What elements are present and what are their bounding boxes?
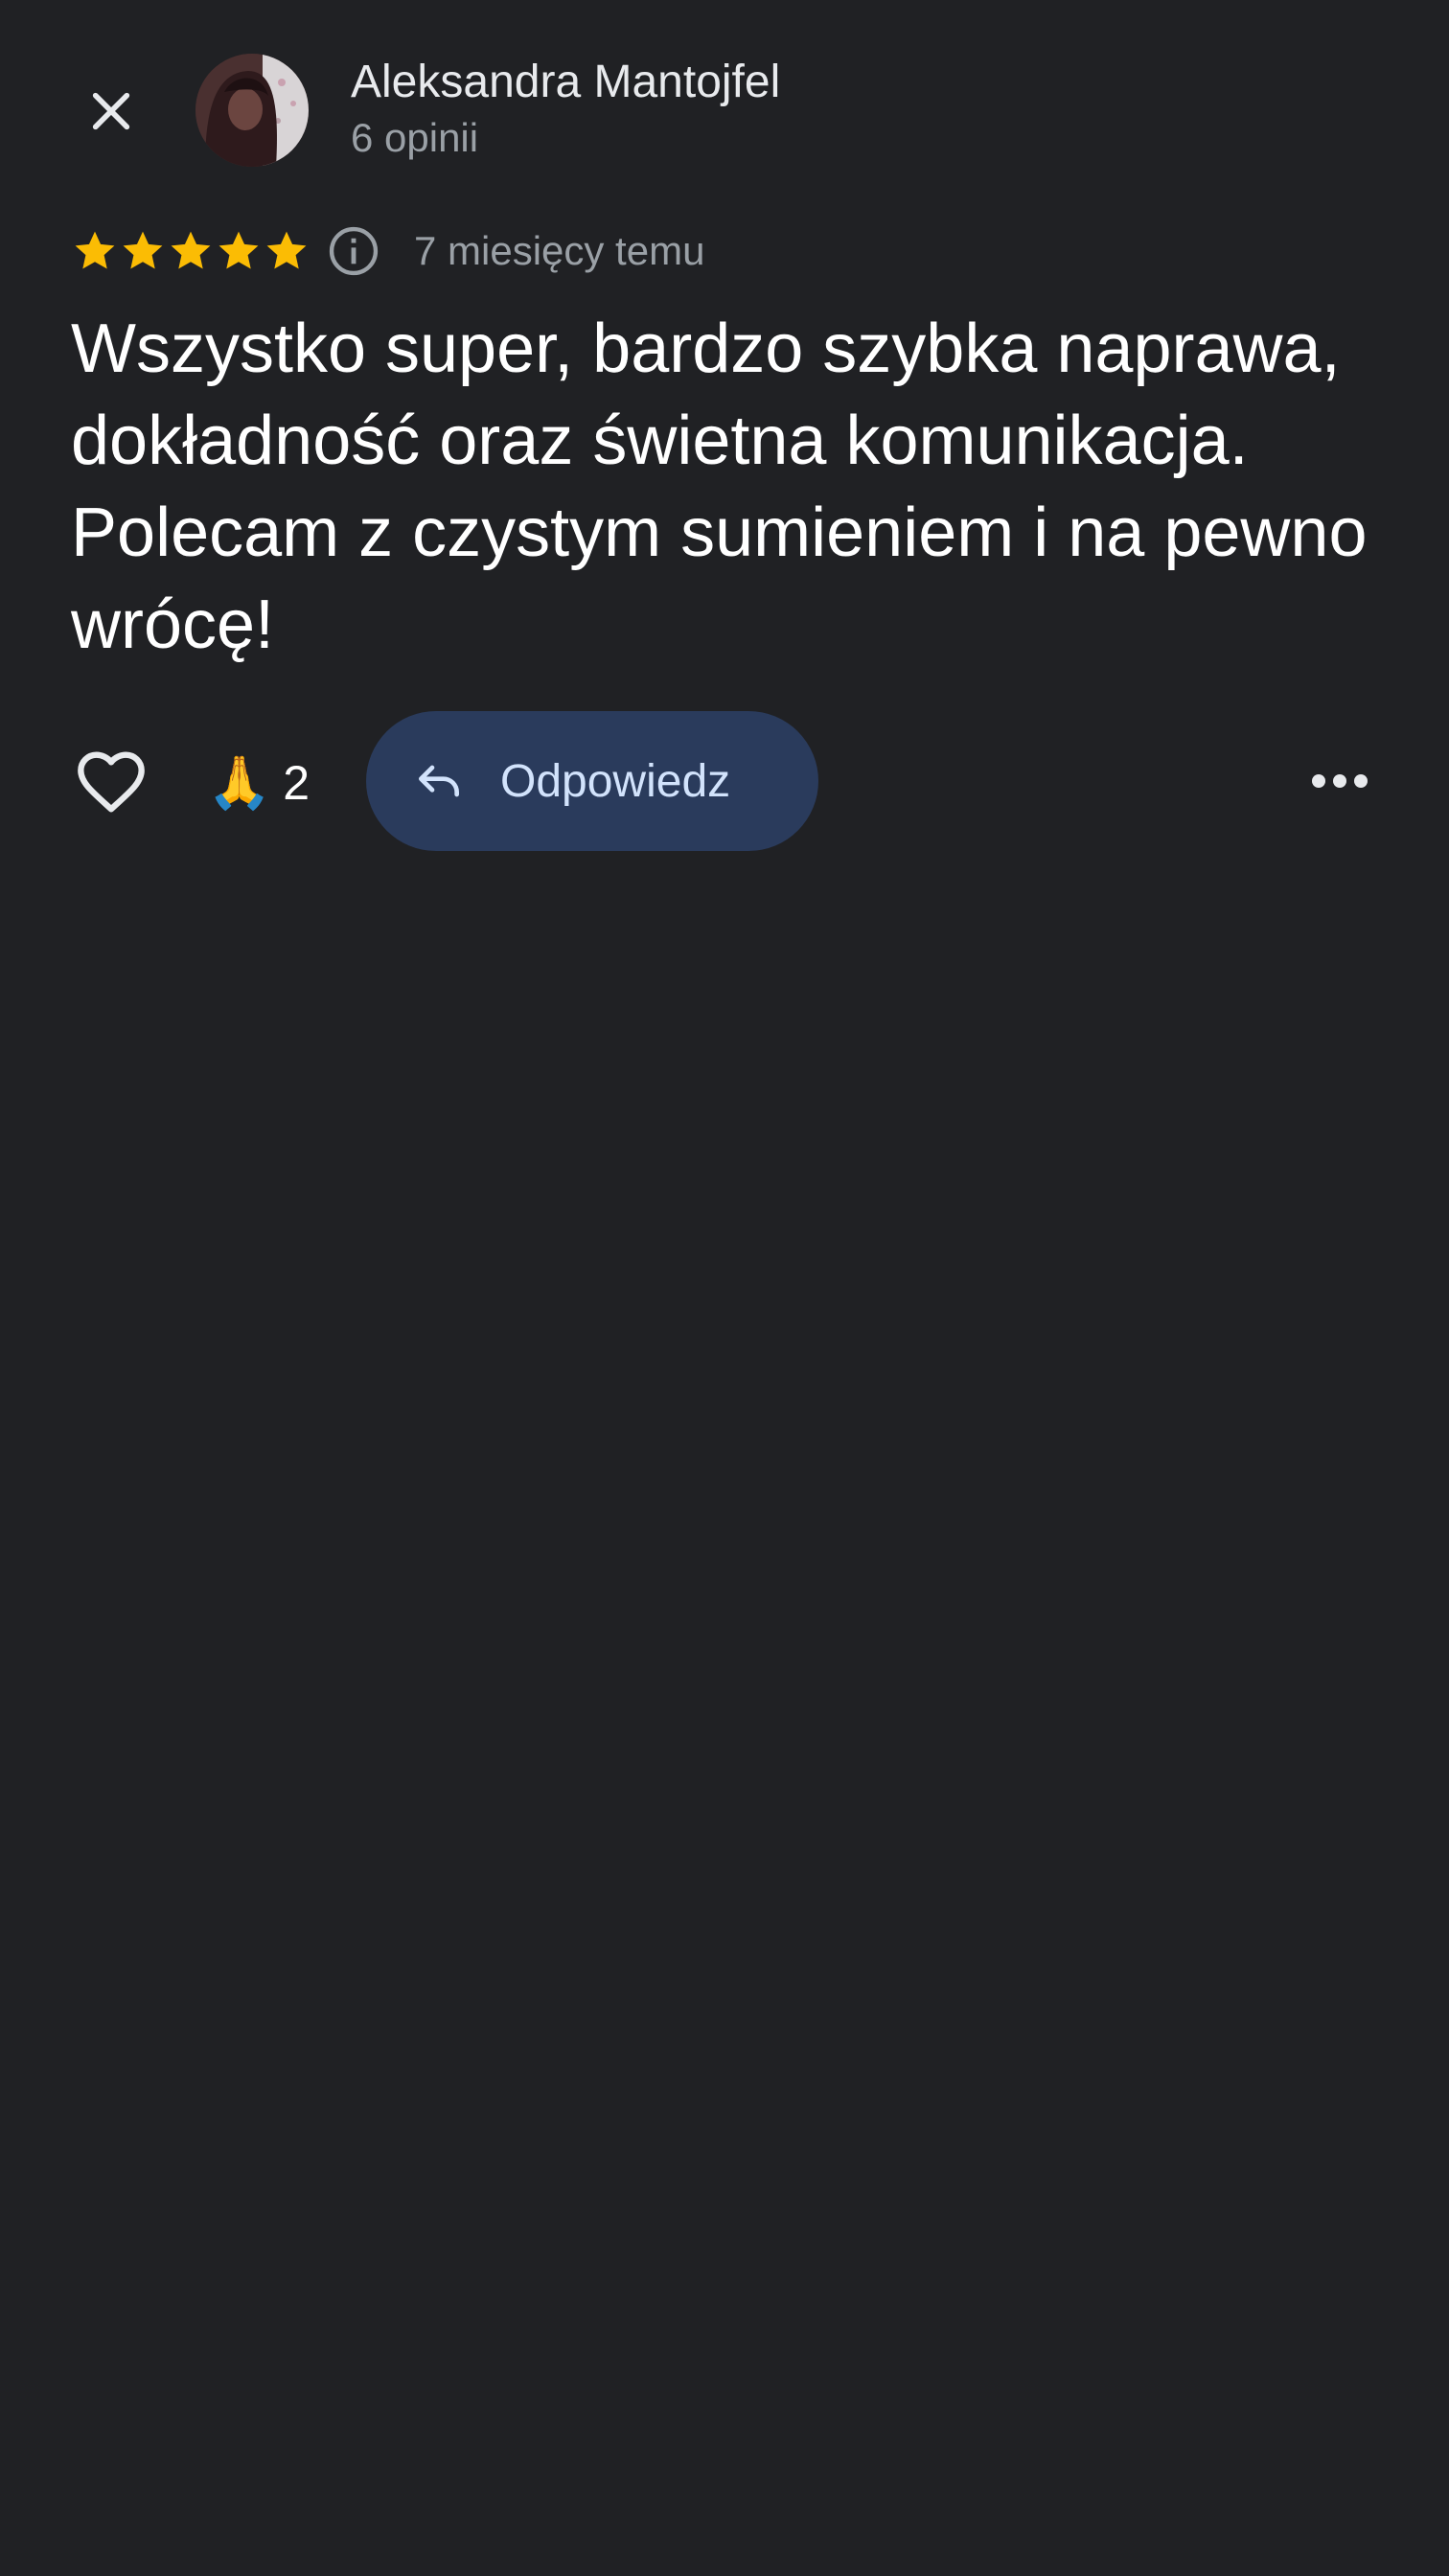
- reaction-count: 2: [283, 756, 310, 810]
- more-horizontal-icon: [1312, 774, 1368, 788]
- like-button[interactable]: [71, 744, 151, 820]
- star-icon: [266, 231, 307, 269]
- star-icon: [75, 231, 115, 269]
- info-icon[interactable]: [326, 223, 381, 279]
- review-actions: 🙏 2 Odpowiedz: [71, 711, 1378, 851]
- rating-row: 7 miesięcy temu: [71, 222, 704, 280]
- reviewer-name[interactable]: Aleksandra Mantojfel: [351, 54, 780, 111]
- close-button[interactable]: [77, 77, 146, 146]
- reaction-summary[interactable]: 🙏 2: [207, 749, 310, 816]
- reviewer-review-count: 6 opinii: [351, 115, 479, 160]
- reply-arrow-icon: [419, 765, 459, 797]
- star-icon: [123, 231, 163, 269]
- heart-icon: [78, 751, 145, 813]
- review-text: Wszystko super, bardzo szybka naprawa, d…: [71, 310, 1368, 663]
- pray-emoji-icon: 🙏: [207, 752, 272, 813]
- close-icon: [92, 92, 130, 130]
- star-icon: [171, 231, 211, 269]
- avatar[interactable]: [196, 54, 309, 167]
- reply-button-label: Odpowiedz: [500, 755, 731, 807]
- more-options-button[interactable]: [1301, 748, 1378, 815]
- review-time: 7 miesięcy temu: [414, 228, 705, 273]
- star-icon: [218, 231, 259, 269]
- star-rating: [71, 227, 310, 275]
- reply-button[interactable]: Odpowiedz: [366, 711, 818, 851]
- avatar-image: [196, 54, 309, 167]
